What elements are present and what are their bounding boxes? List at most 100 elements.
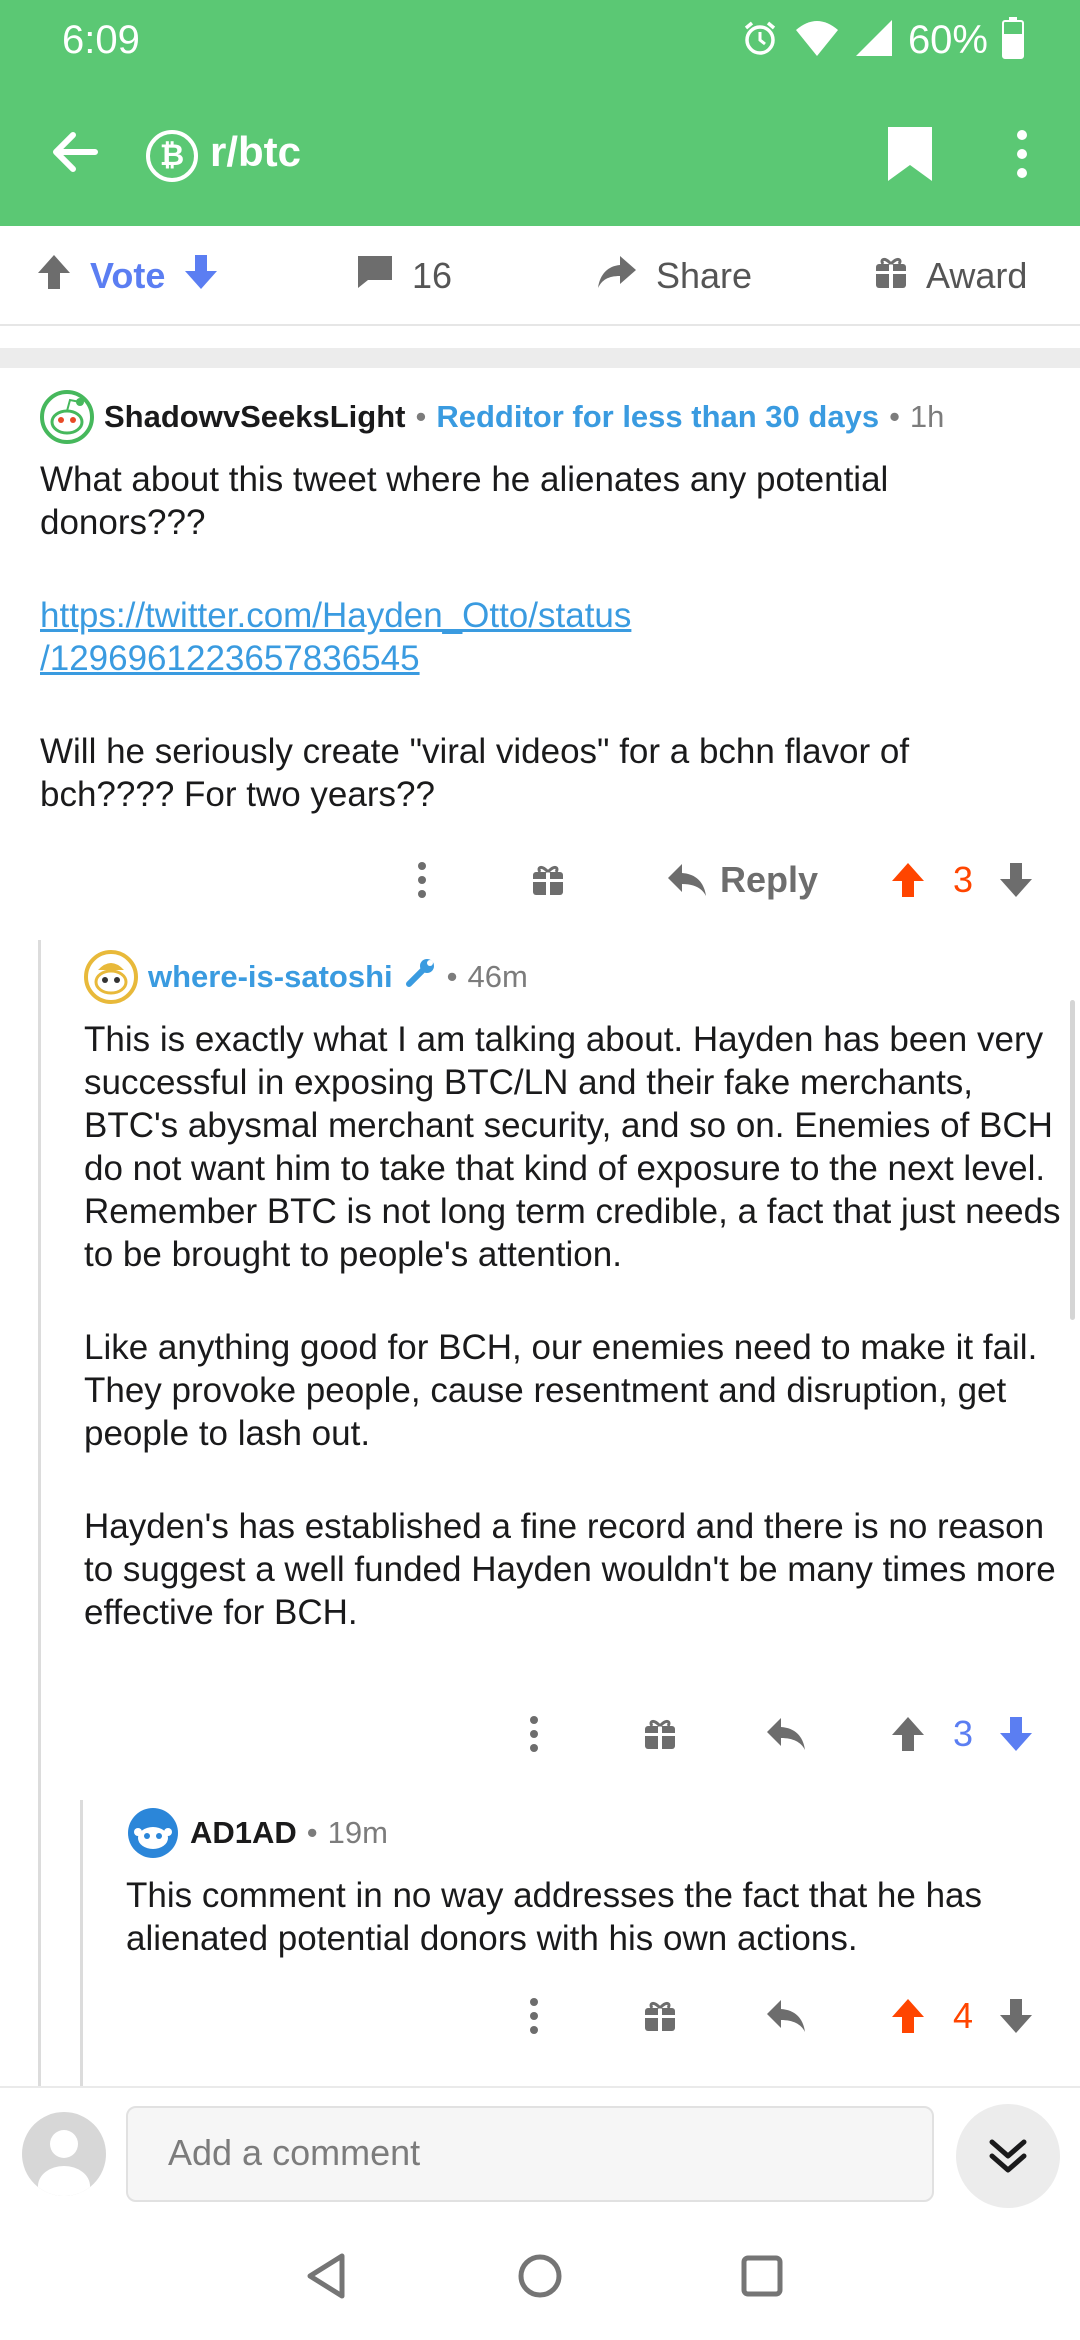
app-header: 6:09 60% ₿ r/btc bbox=[0, 0, 1080, 226]
triangle-back-icon bbox=[307, 2253, 345, 2299]
reply-label: Reply bbox=[719, 859, 819, 900]
comment-age: 19m bbox=[327, 1815, 388, 1850]
comment-more-button[interactable] bbox=[404, 850, 440, 910]
comment-paragraph: What about this tweet where he alienates… bbox=[40, 460, 889, 542]
comment-meta: ShadowvSeeksLight • Redditor for less th… bbox=[40, 390, 1060, 444]
avatar[interactable] bbox=[84, 950, 138, 1004]
toolbar: ₿ r/btc bbox=[0, 100, 1080, 210]
comment-paragraph: Will he seriously create "viral videos" … bbox=[40, 732, 910, 814]
reply-button[interactable] bbox=[764, 1704, 808, 1764]
comment-2-actions: 3 bbox=[0, 1704, 1080, 1764]
user-avatar[interactable] bbox=[22, 2112, 106, 2196]
downvote-icon[interactable] bbox=[183, 253, 219, 300]
comment-more-button[interactable] bbox=[516, 1986, 552, 2046]
user-flair: Redditor for less than 30 days bbox=[436, 399, 880, 434]
comment-upvote-button[interactable] bbox=[888, 850, 928, 910]
comment-award-button[interactable] bbox=[528, 850, 568, 910]
wifi-icon bbox=[794, 18, 840, 63]
downvote-icon bbox=[1000, 1717, 1032, 1751]
signal-icon bbox=[854, 18, 894, 63]
comment-downvote-button[interactable] bbox=[996, 850, 1036, 910]
post-action-bar: Vote 16 Share Award bbox=[0, 226, 1080, 326]
comment-1: ShadowvSeeksLight • Redditor for less th… bbox=[40, 390, 1060, 816]
comment-username[interactable]: AD1AD bbox=[190, 1815, 297, 1851]
comment-paragraph: This comment in no way addresses the fac… bbox=[126, 1876, 982, 1958]
double-chevron-down-icon bbox=[989, 2139, 1027, 2173]
nav-recents-button[interactable] bbox=[730, 2244, 794, 2308]
nav-back-button[interactable] bbox=[294, 2244, 358, 2308]
comment-username[interactable]: ShadowvSeeksLight bbox=[104, 399, 405, 435]
add-comment-input[interactable]: Add a comment bbox=[126, 2106, 934, 2202]
comment-icon bbox=[356, 254, 394, 299]
comment-2: where-is-satoshi • 46m This is exactly w… bbox=[84, 950, 1064, 1634]
comment-upvote-button[interactable] bbox=[888, 1704, 928, 1764]
reply-icon bbox=[767, 2000, 805, 2032]
gift-icon bbox=[645, 2001, 675, 2031]
battery-percent: 60% bbox=[907, 17, 988, 62]
person-icon bbox=[38, 2130, 90, 2196]
comment-award-button[interactable] bbox=[640, 1986, 680, 2046]
comment-meta: AD1AD • 19m bbox=[126, 1806, 1056, 1860]
nav-home-button[interactable] bbox=[508, 2244, 572, 2308]
award-label: Award bbox=[926, 255, 1028, 296]
comment-body: What about this tweet where he alienates… bbox=[40, 458, 1000, 816]
comment-paragraph: Like anything good for BCH, our enemies … bbox=[84, 1328, 1038, 1453]
comment-paragraph: Hayden's has established a fine record a… bbox=[84, 1507, 1056, 1632]
comment-age: 46m bbox=[467, 959, 528, 994]
avatar[interactable] bbox=[126, 1806, 180, 1860]
comment-3-actions: 4 bbox=[0, 1986, 1080, 2046]
comment-score: 4 bbox=[952, 1995, 974, 2036]
comment-composer: Add a comment bbox=[0, 2086, 1080, 2214]
back-button[interactable] bbox=[44, 122, 104, 182]
comment-upvote-button[interactable] bbox=[888, 1986, 928, 2046]
comment-more-button[interactable] bbox=[516, 1704, 552, 1764]
comment-1-actions: Reply 3 bbox=[0, 850, 1080, 910]
more-vertical-icon bbox=[1017, 130, 1027, 178]
award-button[interactable]: Award bbox=[874, 248, 1027, 304]
gift-icon bbox=[645, 1719, 675, 1749]
reply-icon bbox=[767, 1718, 805, 1750]
comment-award-button[interactable] bbox=[640, 1704, 680, 1764]
gift-icon bbox=[533, 865, 563, 895]
more-options-button[interactable] bbox=[1000, 124, 1044, 184]
collapse-comments-button[interactable] bbox=[956, 2104, 1060, 2208]
tweet-link[interactable]: https://twitter.com/Hayden_Otto/status /… bbox=[40, 596, 631, 678]
circle-home-icon bbox=[518, 2254, 562, 2298]
avatar[interactable] bbox=[40, 390, 94, 444]
comment-score: 3 bbox=[952, 859, 974, 900]
bookmark-icon bbox=[888, 127, 932, 181]
comments-button[interactable]: 16 bbox=[356, 248, 452, 304]
downvote-icon bbox=[1000, 1999, 1032, 2033]
comment-username[interactable]: where-is-satoshi bbox=[148, 959, 393, 995]
vote-group: Vote bbox=[36, 248, 219, 304]
comments-count: 16 bbox=[412, 255, 453, 296]
comment-body: This is exactly what I am talking about.… bbox=[84, 1018, 1064, 1634]
more-vertical-icon bbox=[530, 1716, 538, 1752]
reply-button[interactable] bbox=[764, 1986, 808, 2046]
share-button[interactable]: Share bbox=[596, 248, 752, 304]
comment-downvote-button[interactable] bbox=[996, 1704, 1036, 1764]
gift-icon bbox=[874, 254, 908, 299]
upvote-icon bbox=[892, 1999, 924, 2033]
downvote-icon bbox=[1000, 863, 1032, 897]
upvote-icon bbox=[892, 1717, 924, 1751]
status-time: 6:09 bbox=[62, 18, 140, 62]
bookmark-button[interactable] bbox=[880, 124, 940, 184]
comment-downvote-button[interactable] bbox=[996, 1986, 1036, 2046]
comment-meta: where-is-satoshi • 46m bbox=[84, 950, 1064, 1004]
upvote-icon bbox=[892, 863, 924, 897]
reply-button[interactable]: Reply bbox=[652, 850, 832, 910]
bitcoin-icon: ₿ bbox=[146, 130, 198, 182]
subreddit-title[interactable]: r/btc bbox=[210, 128, 301, 176]
comment-age: 1h bbox=[909, 399, 945, 434]
system-nav-bar bbox=[0, 2214, 1080, 2340]
upvote-icon[interactable] bbox=[36, 253, 72, 300]
more-vertical-icon bbox=[530, 1998, 538, 2034]
comment-body: This comment in no way addresses the fac… bbox=[126, 1874, 1056, 1960]
wrench-icon bbox=[403, 956, 437, 998]
scrollbar[interactable] bbox=[1070, 1000, 1075, 1320]
comment-3: AD1AD • 19m This comment in no way addre… bbox=[126, 1806, 1056, 1960]
back-arrow-icon bbox=[53, 132, 98, 172]
thread-line[interactable] bbox=[38, 940, 41, 2086]
section-divider bbox=[0, 348, 1080, 368]
